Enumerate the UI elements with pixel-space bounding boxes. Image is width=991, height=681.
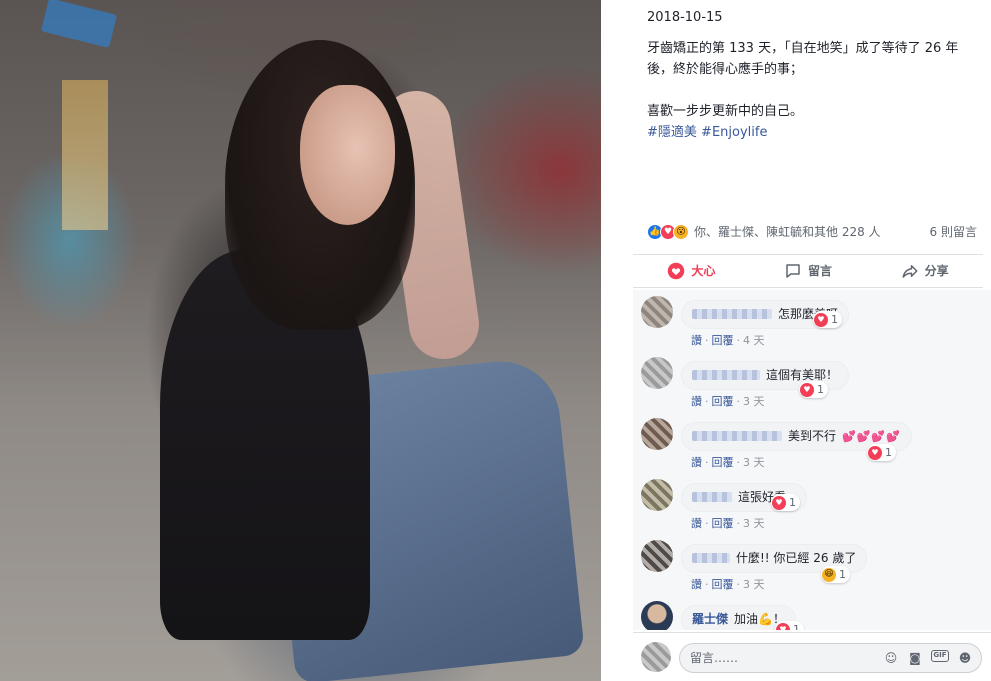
heart-emoji-row: 💕💕💕💕: [842, 429, 901, 443]
comment-reaction[interactable]: ♥ 1: [813, 311, 842, 329]
laugh-icon: 😆: [822, 567, 836, 582]
hashtag-link[interactable]: #隱適美: [647, 125, 697, 140]
heart-icon: ♥: [814, 312, 828, 327]
comment-reaction-count: 1: [839, 568, 846, 581]
heart-icon: [668, 262, 685, 280]
comment-button[interactable]: 留言: [784, 262, 832, 280]
heart-icon: ♥: [772, 495, 786, 510]
commenter-name-blurred[interactable]: [692, 431, 782, 442]
caption-line-1: 牙齒矯正的第 133 天，「自在地笑」成了等待了 26 年後，終於能得心應手的事…: [647, 41, 959, 77]
share-icon: [902, 265, 918, 278]
comment-reply-link[interactable]: 回覆: [712, 395, 734, 408]
comment-composer: 留言…… ☺ ◙ GIF ☻: [633, 632, 991, 681]
comment-reaction[interactable]: ♥ 1: [867, 444, 896, 462]
camera-icon[interactable]: ◙: [907, 650, 923, 666]
street-sign: [40, 0, 118, 48]
sticker-icon[interactable]: ☻: [957, 650, 973, 666]
avatar[interactable]: [641, 296, 673, 328]
comment-icon: [786, 264, 800, 278]
comment-meta: 讚 · 回覆 · 3 天: [691, 517, 765, 530]
emoji-icon[interactable]: ☺: [883, 650, 899, 666]
comment-time[interactable]: 3 天: [743, 517, 765, 530]
commenter-name-blurred[interactable]: [692, 370, 760, 381]
heart-icon: ♥: [868, 445, 882, 460]
comment-meta: 讚 · 回覆 · 3 天: [691, 578, 765, 591]
comment-reply-link[interactable]: 回覆: [712, 578, 734, 591]
avatar[interactable]: [641, 418, 673, 450]
reactions-summary[interactable]: 👍 ♥ 😮 你、羅士傑、陳虹毓和其他 228 人 6 則留言: [647, 222, 977, 242]
post-caption: 牙齒矯正的第 133 天，「自在地笑」成了等待了 26 年後，終於能得心應手的事…: [647, 38, 977, 143]
post-side-panel: 2018-10-15 牙齒矯正的第 133 天，「自在地笑」成了等待了 26 年…: [601, 0, 991, 681]
commenter-name-blurred[interactable]: [692, 553, 730, 564]
comment-meta: 讚 · 回覆 · 3 天: [691, 395, 765, 408]
wow-icon: 😮: [673, 224, 689, 240]
love-button[interactable]: 大心: [667, 262, 715, 280]
comment-text: 美到不行: [788, 429, 837, 443]
comment-meta: 讚 · 回覆 · 3 天: [691, 456, 765, 469]
comment-input[interactable]: 留言…… ☺ ◙ GIF ☻: [679, 643, 982, 673]
comment-reaction[interactable]: ♥ 1: [775, 621, 804, 630]
reaction-icons: 👍 ♥ 😮: [647, 224, 689, 240]
heart-icon: ♥: [776, 622, 790, 630]
comment-count[interactable]: 6 則留言: [930, 224, 977, 241]
comment-reaction-count: 1: [817, 383, 824, 396]
shop-banner: [62, 80, 108, 230]
comment-item: 美到不行 💕💕💕💕 ♥ 1 讚 · 回覆 · 3 天: [633, 412, 991, 473]
post-action-bar: 大心 留言 分享: [633, 254, 983, 288]
comment-meta: 讚 · 回覆 · 4 天: [691, 334, 765, 347]
comment-item: 這個有美耶！ ♥ 1 讚 · 回覆 · 3 天: [633, 351, 991, 412]
comment-time[interactable]: 3 天: [743, 395, 765, 408]
comment-reaction-count: 1: [831, 313, 838, 326]
comment-reaction[interactable]: ♥ 1: [799, 381, 828, 399]
comment-item: 怎那麼美呀 ♥ 1 讚 · 回覆 · 4 天: [633, 290, 991, 351]
commenter-name[interactable]: 羅士傑: [692, 611, 728, 628]
share-button[interactable]: 分享: [901, 262, 949, 280]
comment-like-link[interactable]: 讚: [691, 395, 702, 408]
comment-input-placeholder: 留言……: [690, 650, 739, 665]
caption-line-2: 喜歡一步步更新中的自己。: [647, 104, 804, 119]
comment-reply-link[interactable]: 回覆: [712, 517, 734, 530]
comment-list[interactable]: 怎那麼美呀 ♥ 1 讚 · 回覆 · 4 天 這個有美耶！ ♥ 1 讚 · 回覆…: [633, 290, 991, 630]
avatar[interactable]: [641, 479, 673, 511]
comment-like-link[interactable]: 讚: [691, 456, 702, 469]
heart-icon: ♥: [800, 382, 814, 397]
hashtag-list: #隱適美 #Enjoylife: [647, 122, 977, 143]
comment-like-link[interactable]: 讚: [691, 334, 702, 347]
commenter-name-blurred[interactable]: [692, 492, 732, 503]
reaction-names[interactable]: 你、羅士傑、陳虹毓和其他 228 人: [694, 224, 881, 241]
hashtag-link[interactable]: #Enjoylife: [701, 125, 767, 140]
comment-text: 什麼!! 你已經 26 歲了: [736, 551, 857, 565]
comment-time[interactable]: 3 天: [743, 456, 765, 469]
avatar[interactable]: [641, 540, 673, 572]
comment-reaction[interactable]: ♥ 1: [771, 494, 800, 512]
comment-reaction-count: 1: [789, 496, 796, 509]
post-photo[interactable]: [0, 0, 601, 681]
photo-face: [300, 85, 395, 225]
comment-button-label: 留言: [807, 263, 832, 278]
comment-item: 什麼!! 你已經 26 歲了 😆 1 讚 · 回覆 · 3 天: [633, 534, 991, 595]
comment-reaction-count: 1: [885, 446, 892, 459]
gif-icon[interactable]: GIF: [931, 650, 949, 662]
commenter-name-blurred[interactable]: [692, 309, 772, 320]
comment-item: 羅士傑 加油💪！ ♥ 1: [633, 595, 991, 630]
comment-time[interactable]: 4 天: [743, 334, 765, 347]
photo-lightbox: 2018-10-15 牙齒矯正的第 133 天，「自在地笑」成了等待了 26 年…: [0, 0, 991, 681]
comment-like-link[interactable]: 讚: [691, 517, 702, 530]
share-button-label: 分享: [924, 263, 949, 278]
comment-reaction-count: 1: [793, 623, 800, 630]
avatar[interactable]: [641, 601, 673, 630]
comment-time[interactable]: 3 天: [743, 578, 765, 591]
comment-reply-link[interactable]: 回覆: [712, 334, 734, 347]
avatar[interactable]: [641, 357, 673, 389]
composer-icons: ☺ ◙ GIF ☻: [883, 650, 981, 666]
comment-like-link[interactable]: 讚: [691, 578, 702, 591]
comment-reply-link[interactable]: 回覆: [712, 456, 734, 469]
comment-reaction[interactable]: 😆 1: [821, 566, 850, 584]
comment-text: 這個有美耶！: [766, 368, 839, 382]
love-button-label: 大心: [691, 263, 716, 278]
post-date[interactable]: 2018-10-15: [647, 9, 723, 27]
avatar: [641, 642, 671, 672]
comment-item: 這張好看~ ♥ 1 讚 · 回覆 · 3 天: [633, 473, 991, 534]
